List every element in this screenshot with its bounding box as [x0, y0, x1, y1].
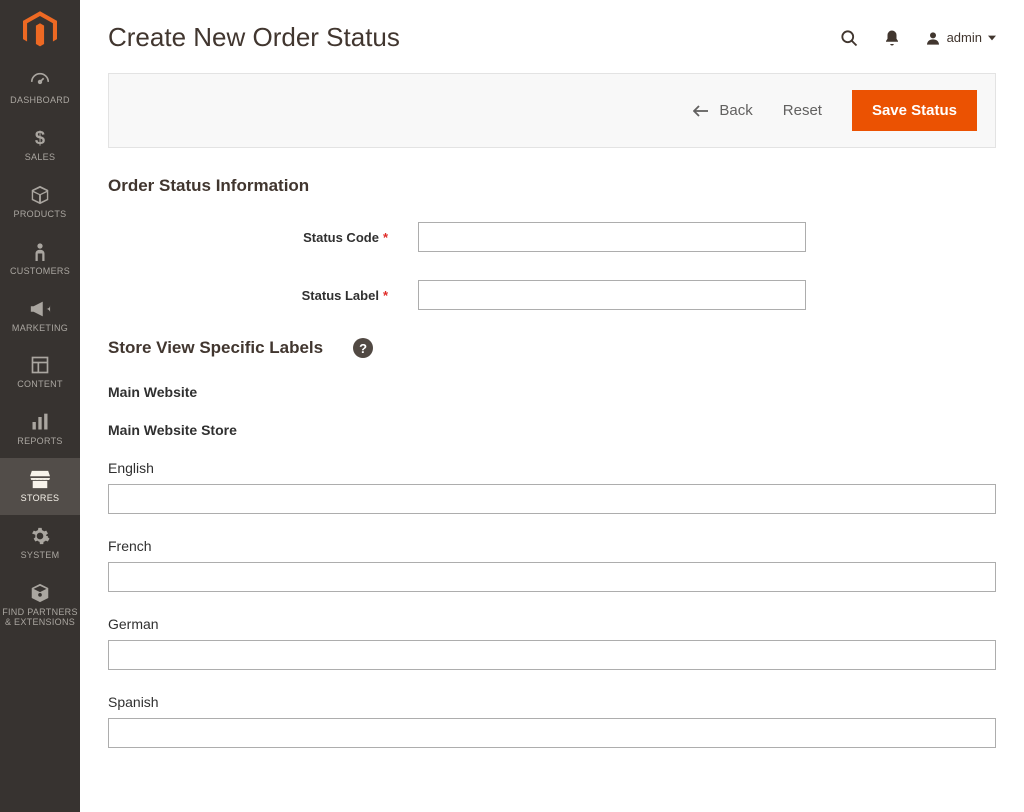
- sidebar-item-find-partners-extensions[interactable]: FIND PARTNERS & EXTENSIONS: [0, 572, 80, 639]
- store-view-input-french[interactable]: [108, 562, 996, 592]
- store-view-label-german: German: [108, 616, 996, 632]
- store-heading: Main Website Store: [108, 422, 996, 438]
- store-view-labels-heading-row: Store View Specific Labels ?: [108, 338, 996, 358]
- sidebar-item-label: PRODUCTS: [14, 210, 67, 220]
- page-header: Create New Order Status admin: [108, 0, 996, 73]
- status-code-input[interactable]: [418, 222, 806, 252]
- sidebar-item-reports[interactable]: REPORTS: [0, 401, 80, 458]
- sidebar-item-marketing[interactable]: MARKETING: [0, 288, 80, 345]
- action-toolbar: Back Reset Save Status: [108, 73, 996, 148]
- sidebar-item-system[interactable]: SYSTEM: [0, 515, 80, 572]
- box-icon: [29, 184, 51, 206]
- page-title: Create New Order Status: [108, 22, 400, 53]
- sidebar-item-label: STORES: [21, 494, 60, 504]
- sidebar-item-label: CUSTOMERS: [10, 267, 70, 277]
- main-content: Create New Order Status admin Back Reset…: [80, 0, 1024, 812]
- sidebar-item-dashboard[interactable]: DASHBOARD: [0, 60, 80, 117]
- sidebar-item-stores[interactable]: STORES: [0, 458, 80, 515]
- layout-icon: [30, 354, 50, 376]
- puzzle-icon: [29, 582, 51, 604]
- back-button[interactable]: Back: [693, 102, 752, 119]
- dollar-icon: $: [30, 127, 50, 149]
- bars-icon: [30, 411, 50, 433]
- chevron-down-icon: [988, 34, 996, 42]
- sidebar-item-sales[interactable]: $ SALES: [0, 117, 80, 174]
- store-view-input-english[interactable]: [108, 484, 996, 514]
- notifications-icon[interactable]: [883, 29, 901, 47]
- sidebar-item-label: SYSTEM: [21, 551, 60, 561]
- magento-logo[interactable]: [0, 0, 80, 60]
- megaphone-icon: [29, 298, 51, 320]
- sidebar-item-content[interactable]: CONTENT: [0, 344, 80, 401]
- order-status-info-heading: Order Status Information: [108, 176, 996, 196]
- reset-button[interactable]: Reset: [783, 102, 822, 119]
- save-status-button[interactable]: Save Status: [852, 90, 977, 131]
- status-label-input[interactable]: [418, 280, 806, 310]
- sidebar-item-label: MARKETING: [12, 324, 68, 334]
- svg-text:$: $: [35, 128, 45, 148]
- sidebar-item-label: DASHBOARD: [10, 96, 70, 106]
- sidebar-item-label: CONTENT: [17, 380, 63, 390]
- user-icon: [925, 30, 941, 46]
- status-label-label: Status Label*: [108, 288, 418, 303]
- store-view-labels-heading: Store View Specific Labels: [108, 338, 323, 358]
- sidebar-item-customers[interactable]: CUSTOMERS: [0, 231, 80, 288]
- dashboard-icon: [29, 70, 51, 92]
- stores-icon: [29, 468, 51, 490]
- status-code-label: Status Code*: [108, 230, 418, 245]
- sidebar-item-label: FIND PARTNERS & EXTENSIONS: [0, 608, 80, 628]
- store-view-input-spanish[interactable]: [108, 718, 996, 748]
- user-name: admin: [947, 30, 982, 45]
- search-icon[interactable]: [839, 28, 859, 48]
- store-view-input-german[interactable]: [108, 640, 996, 670]
- store-view-label-french: French: [108, 538, 996, 554]
- store-view-label-english: English: [108, 460, 996, 476]
- store-view-label-spanish: Spanish: [108, 694, 996, 710]
- sidebar-item-products[interactable]: PRODUCTS: [0, 174, 80, 231]
- status-label-row: Status Label*: [108, 280, 996, 310]
- status-code-row: Status Code*: [108, 222, 996, 252]
- help-icon[interactable]: ?: [353, 338, 373, 358]
- sidebar-item-label: REPORTS: [17, 437, 62, 447]
- sidebar-item-label: SALES: [25, 153, 56, 163]
- admin-sidebar: DASHBOARD $ SALES PRODUCTS CUSTOMERS MARKETIN…: [0, 0, 80, 812]
- header-actions: admin: [839, 28, 996, 48]
- gear-icon: [30, 525, 50, 547]
- person-icon: [31, 241, 49, 263]
- website-heading: Main Website: [108, 384, 996, 400]
- user-menu[interactable]: admin: [925, 30, 996, 46]
- arrow-left-icon: [693, 105, 709, 117]
